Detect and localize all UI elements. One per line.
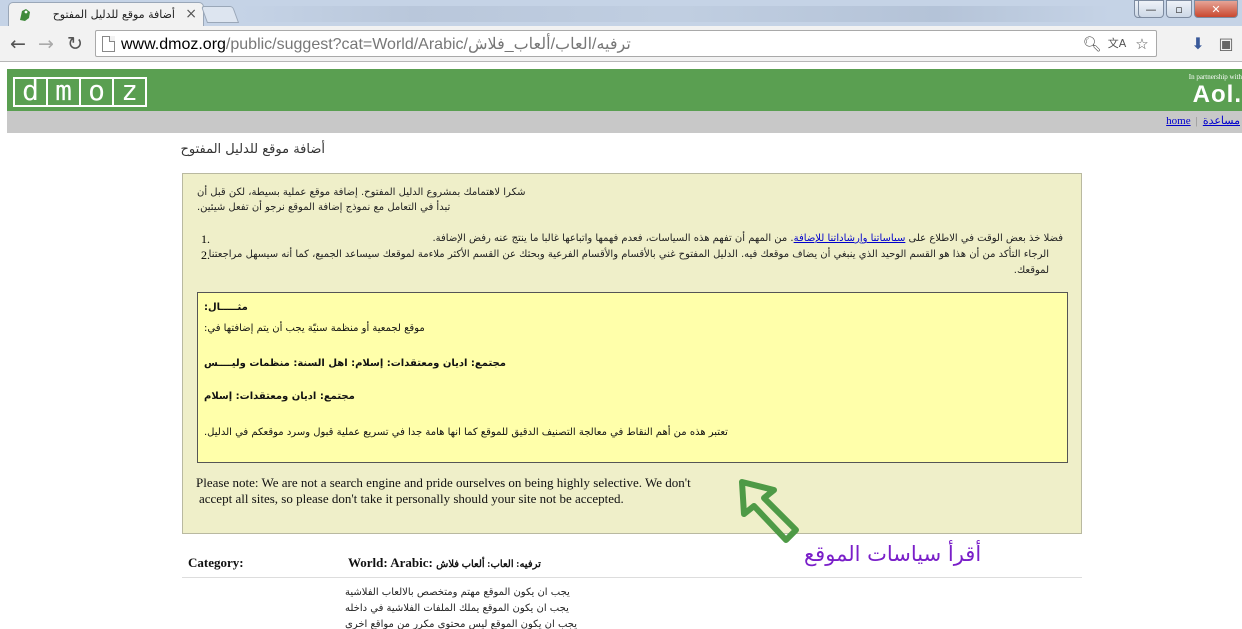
web-page: d m o z In partnership with Aol. home | مس… bbox=[0, 62, 1242, 629]
maximize-button[interactable]: ▫ bbox=[1166, 0, 1192, 18]
nav-bar bbox=[7, 111, 1242, 133]
forward-icon[interactable]: → bbox=[34, 32, 58, 56]
tab-close-icon[interactable]: × bbox=[185, 5, 197, 23]
top-links: home | مساعدة bbox=[1166, 115, 1240, 127]
extension-icon[interactable]: ⬇︎ bbox=[1186, 32, 1210, 56]
category-value: World: Arabic: ترفيه: العاب: ألعاب فلاش bbox=[348, 555, 541, 570]
dmoz-banner: d m o z In partnership with Aol. bbox=[7, 69, 1242, 111]
category-label: Category: bbox=[188, 555, 244, 570]
dmoz-logo[interactable]: d m o z bbox=[13, 77, 147, 107]
browser-toolbar: ← → ↻ www.dmoz.org/public/suggest?cat=Wo… bbox=[0, 26, 1242, 62]
requirement-line: يجب ان يكون الموقع مهتم ومتخصص بالالعاب … bbox=[345, 587, 570, 598]
translate-icon[interactable]: 文A bbox=[1107, 34, 1127, 54]
search-icon[interactable]: 🔍︎ bbox=[1082, 34, 1102, 54]
puzzle-icon[interactable]: ▣ bbox=[1214, 32, 1238, 56]
list-number: 1. bbox=[201, 232, 210, 246]
annotation-arrow-icon bbox=[739, 479, 799, 543]
list-item: لموقعك. bbox=[1013, 265, 1049, 276]
requirement-line: يجب ان يكون الموقع يملك الملفات الفلاشية… bbox=[345, 603, 569, 614]
example-title: مثـــــال: bbox=[204, 302, 248, 313]
dmoz-favicon-icon bbox=[20, 9, 30, 21]
logo-letter: d bbox=[13, 77, 48, 107]
back-icon[interactable]: ← bbox=[6, 32, 30, 56]
home-link[interactable]: home bbox=[1166, 115, 1190, 127]
minimize-button[interactable]: — bbox=[1138, 0, 1164, 18]
requirement-line: يجب ان يكون الموقع ليس محتوى مكرر من موا… bbox=[345, 619, 578, 629]
help-link[interactable]: مساعدة bbox=[1203, 115, 1240, 127]
example-box: مثـــــال: موقع لجمعية أو منظمة سنيّة يج… bbox=[197, 292, 1068, 463]
browser-tab[interactable]: أضافة موقع للدليل المفتوح × bbox=[8, 2, 204, 26]
close-window-button[interactable]: ✕ bbox=[1194, 0, 1238, 18]
new-tab-button[interactable] bbox=[200, 6, 240, 23]
page-icon bbox=[102, 36, 115, 52]
list-number: 2. bbox=[201, 248, 210, 262]
example-path: مجتمع: اديان ومعتقدات: إسلام: اهل السنة:… bbox=[204, 358, 506, 369]
list-item: فضلا خذ بعض الوقت في الاطلاع على سياساتن… bbox=[432, 233, 1063, 244]
instructions-box: شكرا لاهتمامك بمشروع الدليل المفتوح. إضا… bbox=[182, 173, 1082, 534]
logo-letter: o bbox=[79, 77, 114, 107]
partner-text: In partnership with bbox=[1188, 73, 1242, 81]
requirements-list: يجب ان يكون الموقع مهتم ومتخصص بالالعاب … bbox=[345, 585, 577, 629]
aol-logo[interactable]: Aol. bbox=[1193, 81, 1242, 109]
star-icon[interactable]: ☆ bbox=[1132, 34, 1152, 54]
intro-text: شكرا لاهتمامك بمشروع الدليل المفتوح. إضا… bbox=[197, 187, 526, 198]
logo-letter: z bbox=[112, 77, 147, 107]
logo-letter: m bbox=[46, 77, 81, 107]
address-bar[interactable]: www.dmoz.org/public/suggest?cat=World/Ar… bbox=[95, 30, 1157, 57]
example-description: موقع لجمعية أو منظمة سنيّة يجب أن يتم إض… bbox=[204, 323, 425, 334]
example-note: تعتبر هذه من أهم النقاط في معالجة التصني… bbox=[204, 427, 728, 438]
annotation-text: أقرأ سياسات الموقع bbox=[804, 542, 982, 566]
policies-link[interactable]: سياساتنا وإرشاداتنا للإضافة bbox=[794, 233, 906, 244]
tab-strip: أضافة موقع للدليل المفتوح × — ▫ ✕ bbox=[0, 0, 1242, 26]
omnibox-icons: 🔍︎ 文A ☆ bbox=[1082, 34, 1152, 54]
blurred-region bbox=[240, 6, 1110, 22]
window-controls: — ▫ ✕ bbox=[1138, 0, 1238, 20]
list-item: الرجاء التأكد من أن هذا هو القسم الوحيد … bbox=[208, 249, 1049, 260]
reload-icon[interactable]: ↻ bbox=[63, 32, 87, 56]
url-text[interactable]: www.dmoz.org/public/suggest?cat=World/Ar… bbox=[121, 34, 631, 54]
example-path: مجتمع: اديان ومعتقدات: إسلام bbox=[204, 391, 355, 402]
tab-title: أضافة موقع للدليل المفتوح bbox=[52, 8, 175, 21]
intro-text: تبدأ في التعامل مع نموذج إضافة الموقع نر… bbox=[197, 202, 451, 213]
page-title: أضافة موقع للدليل المفتوح bbox=[180, 142, 325, 157]
please-note-text: Please note: We are not a search engine … bbox=[196, 475, 691, 506]
